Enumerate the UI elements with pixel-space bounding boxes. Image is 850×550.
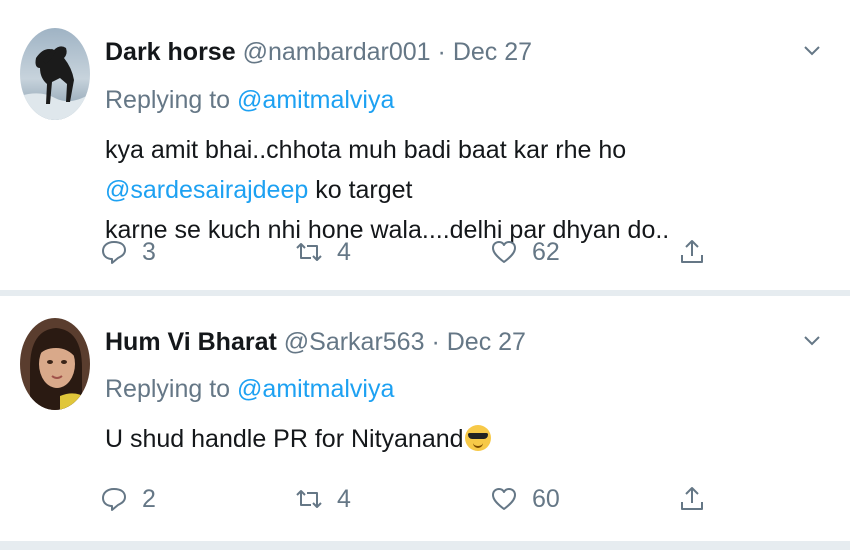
retweet-icon <box>296 243 322 261</box>
heart-icon <box>492 488 516 510</box>
tweet-divider <box>0 541 850 550</box>
avatar[interactable] <box>20 318 90 410</box>
replying-to-mention[interactable]: @amitmalviya <box>237 86 394 114</box>
display-name[interactable]: Hum Vi Bharat <box>105 328 277 356</box>
display-name[interactable]: Dark horse <box>105 38 236 66</box>
replying-to-line: Replying to @amitmalviya <box>105 374 394 404</box>
tweet-date[interactable]: Dec 27 <box>447 328 526 356</box>
tweet-actions: 2 4 60 <box>100 479 720 519</box>
tweet-date[interactable]: Dec 27 <box>453 38 532 66</box>
like-button[interactable]: 62 <box>490 232 560 272</box>
user-handle[interactable]: @nambardar001 <box>243 38 431 66</box>
tweet-1[interactable]: Dark horse @nambardar001 · Dec 27 Replyi… <box>0 0 850 290</box>
tweet-text-part: kya amit bhai..chhota muh badi baat kar … <box>105 136 627 164</box>
user-handle[interactable]: @Sarkar563 <box>284 328 425 356</box>
replying-prefix: Replying to <box>105 86 231 114</box>
share-icon <box>681 487 703 510</box>
reply-icon <box>102 241 126 264</box>
tweet-text: U shud handle PR for Nityanand <box>105 419 825 459</box>
avatar[interactable] <box>20 28 90 120</box>
person-avatar-icon <box>20 318 90 410</box>
tweet-actions: 3 4 62 <box>100 232 720 272</box>
tweet-2[interactable]: Hum Vi Bharat @Sarkar563 · Dec 27 Replyi… <box>0 296 850 541</box>
separator-dot: · <box>431 328 440 356</box>
share-button[interactable] <box>678 232 706 272</box>
retweet-button[interactable]: 4 <box>295 479 351 519</box>
reply-button[interactable]: 2 <box>100 479 156 519</box>
like-count: 62 <box>532 237 560 266</box>
tweet-text-part: ko target <box>308 176 413 204</box>
reply-icon <box>102 488 126 511</box>
retweet-button[interactable]: 4 <box>295 232 351 272</box>
tweet-replies-panel: Dark horse @nambardar001 · Dec 27 Replyi… <box>0 0 850 550</box>
reply-button[interactable]: 3 <box>100 232 156 272</box>
tweet-mention-link[interactable]: @sardesairajdeep <box>105 176 308 204</box>
reply-count: 3 <box>142 237 156 266</box>
tweet-header: Dark horse @nambardar001 · Dec 27 <box>105 37 532 67</box>
sunglasses-emoji-icon <box>464 425 491 451</box>
retweet-icon <box>296 490 322 508</box>
replying-prefix: Replying to <box>105 375 231 403</box>
like-button[interactable]: 60 <box>490 479 560 519</box>
share-icon <box>681 240 703 263</box>
chevron-down-icon[interactable] <box>802 330 822 350</box>
share-button[interactable] <box>678 479 706 519</box>
replying-to-mention[interactable]: @amitmalviya <box>237 375 394 403</box>
tweet-header: Hum Vi Bharat @Sarkar563 · Dec 27 <box>105 327 526 357</box>
heart-icon <box>492 241 516 263</box>
chevron-down-icon[interactable] <box>802 40 822 60</box>
like-count: 60 <box>532 484 560 513</box>
retweet-count: 4 <box>337 237 351 266</box>
horse-avatar-icon <box>20 28 90 120</box>
separator-dot: · <box>437 38 446 66</box>
tweet-text-part: U shud handle PR for Nityanand <box>105 425 464 453</box>
replying-to-line: Replying to @amitmalviya <box>105 85 394 115</box>
reply-count: 2 <box>142 484 156 513</box>
retweet-count: 4 <box>337 484 351 513</box>
